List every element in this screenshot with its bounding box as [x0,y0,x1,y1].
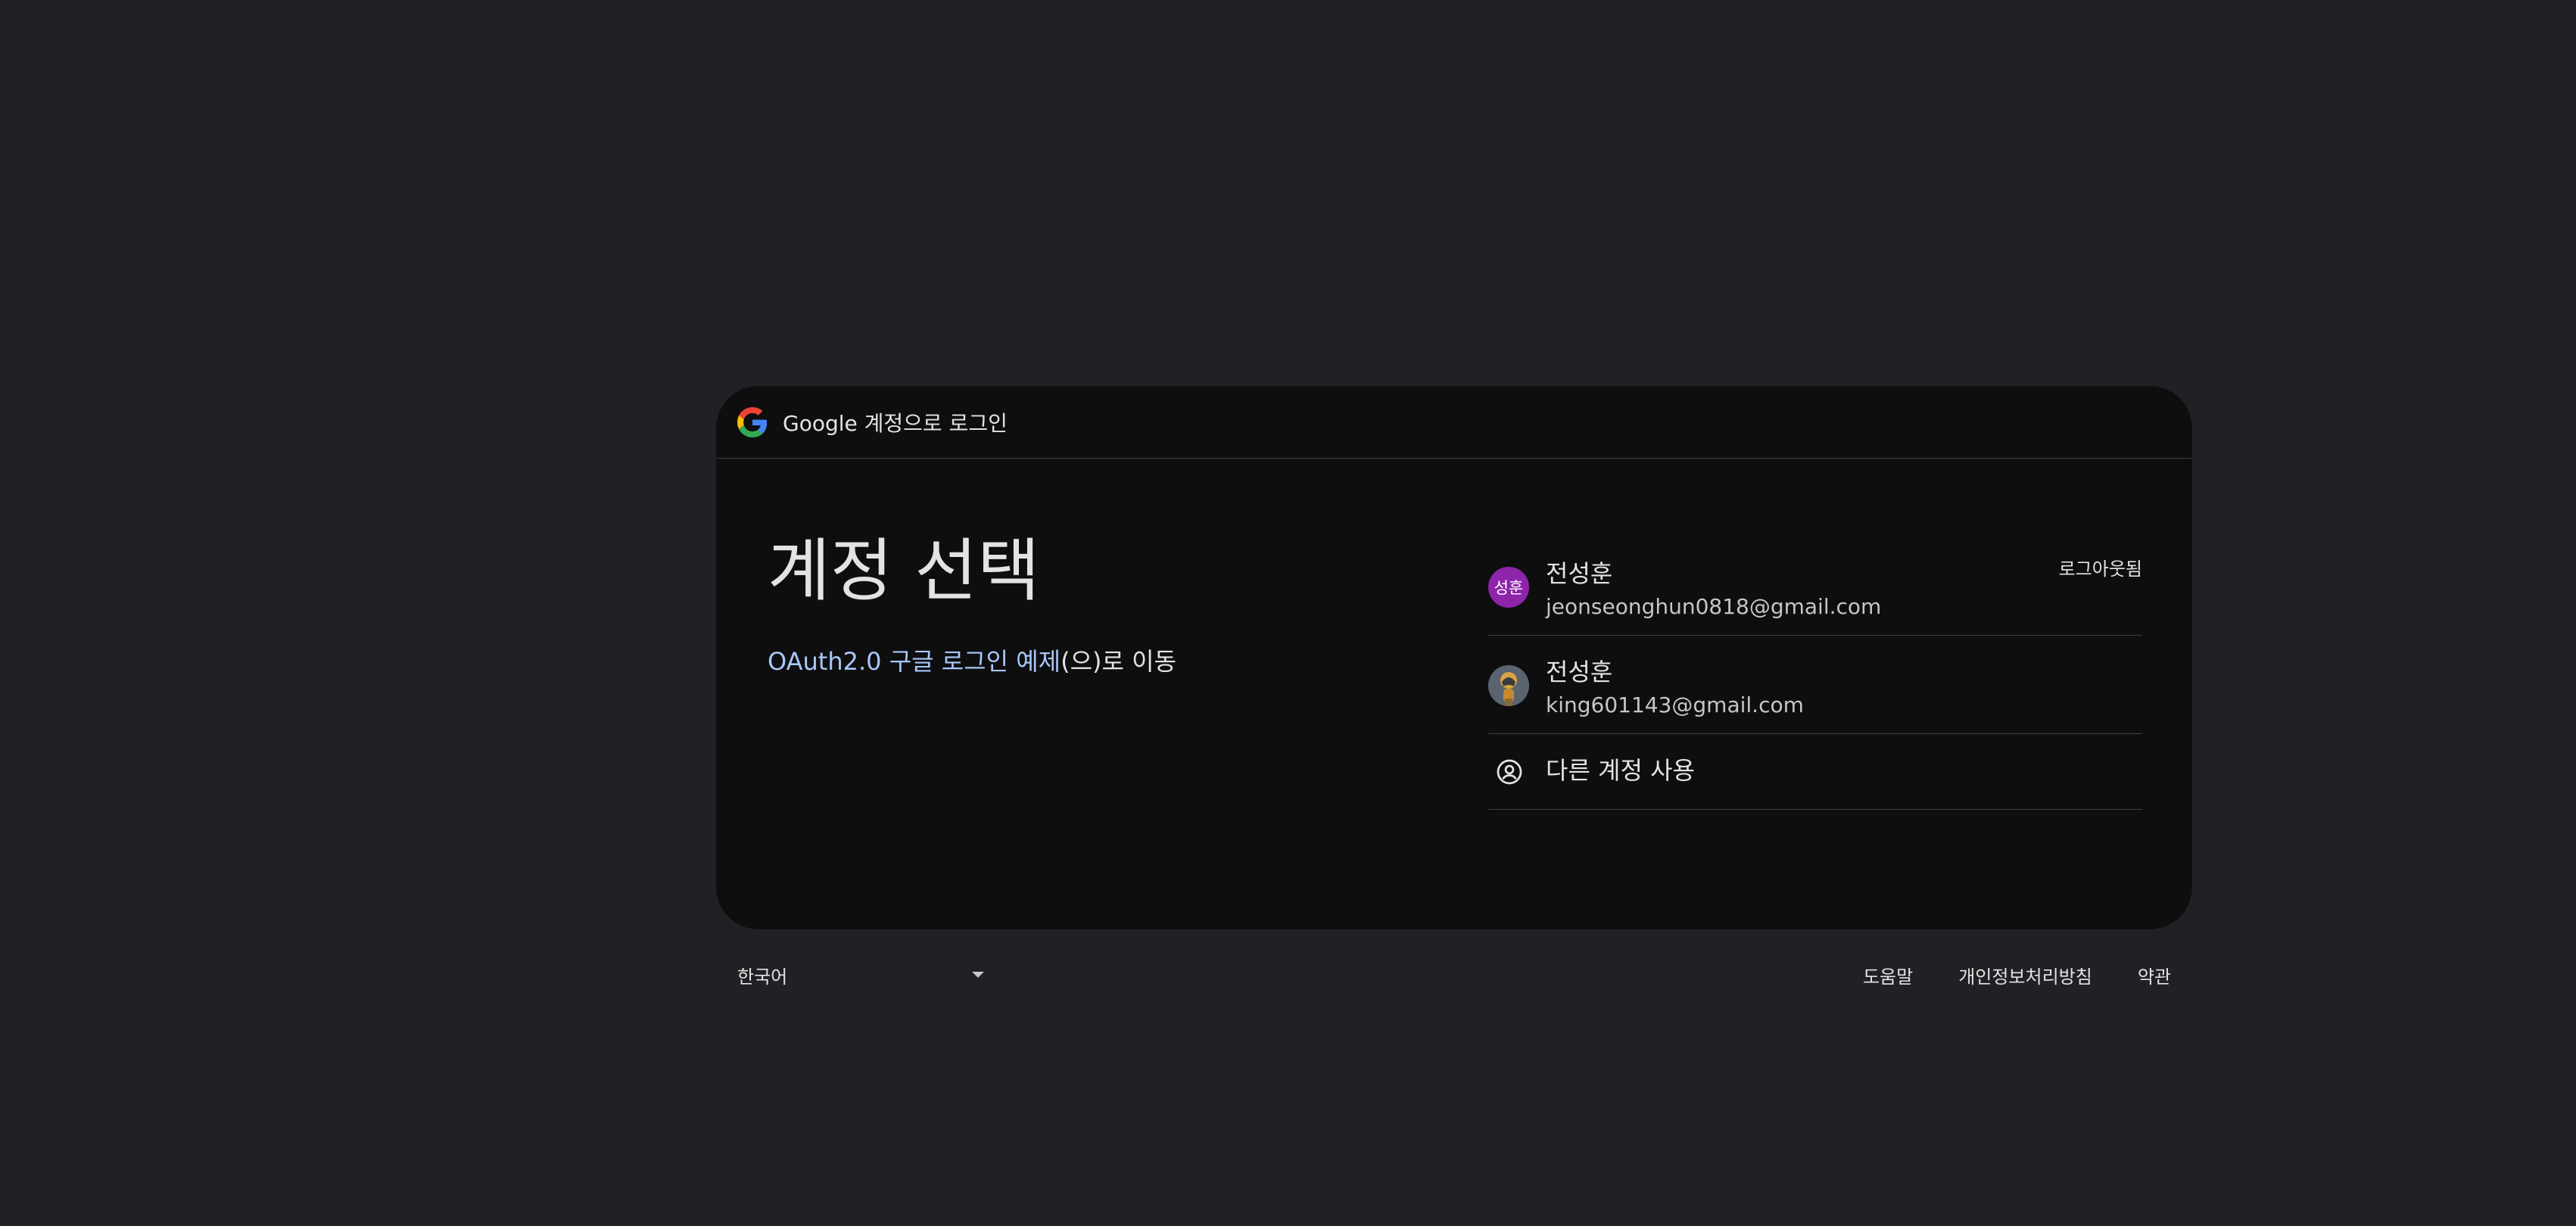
footer: 한국어 도움말 개인정보처리방침 약관 [716,952,2192,997]
signin-card: Google 계정으로 로그인 계정 선택 OAuth2.0 구글 로그인 예제… [716,386,2192,929]
page-title: 계정 선택 [768,531,1040,611]
header-title: Google 계정으로 로그인 [783,410,1008,436]
account-text: 전성훈 king601143@gmail.com [1546,657,1804,719]
google-logo-icon [737,406,768,437]
account-item[interactable]: 성훈 전성훈 jeonseonghun0818@gmail.com 로그아웃됨 [1488,537,2142,636]
footer-links: 도움말 개인정보처리방침 약관 [1818,952,2171,997]
use-another-account-label: 다른 계정 사용 [1546,756,1695,785]
avatar [1488,665,1529,706]
dropdown-caret-icon [972,972,984,978]
app-name-link[interactable]: OAuth2.0 구글 로그인 예제 [768,647,1061,676]
profile-photo-icon [1488,665,1529,706]
avatar: 성훈 [1488,567,1529,608]
account-email: king601143@gmail.com [1546,692,1804,717]
subtitle: OAuth2.0 구글 로그인 예제(으)로 이동 [768,645,1388,678]
signed-out-label: 로그아웃됨 [2058,559,2142,580]
account-list: 성훈 전성훈 jeonseonghun0818@gmail.com 로그아웃됨 … [1488,537,2142,810]
account-circle-icon [1496,758,1523,786]
account-name: 전성훈 [1546,658,1613,686]
language-label: 한국어 [737,966,788,988]
card-header: Google 계정으로 로그인 [716,386,2192,459]
account-item[interactable]: 전성훈 king601143@gmail.com [1488,636,2142,734]
use-another-account-button[interactable]: 다른 계정 사용 [1488,734,2142,810]
account-email: jeonseonghun0818@gmail.com [1546,594,1882,619]
subtitle-suffix: (으)로 이동 [1061,647,1177,676]
help-link[interactable]: 도움말 [1863,962,1913,988]
language-select[interactable]: 한국어 [737,952,984,997]
terms-link[interactable]: 약관 [2138,962,2171,988]
left-column: 계정 선택 OAuth2.0 구글 로그인 예제(으)로 이동 [768,530,1388,678]
account-name: 전성훈 [1546,559,1613,588]
account-text: 전성훈 jeonseonghun0818@gmail.com [1546,559,1881,621]
avatar-initials: 성훈 [1494,579,1524,597]
privacy-link[interactable]: 개인정보처리방침 [1958,962,2092,988]
